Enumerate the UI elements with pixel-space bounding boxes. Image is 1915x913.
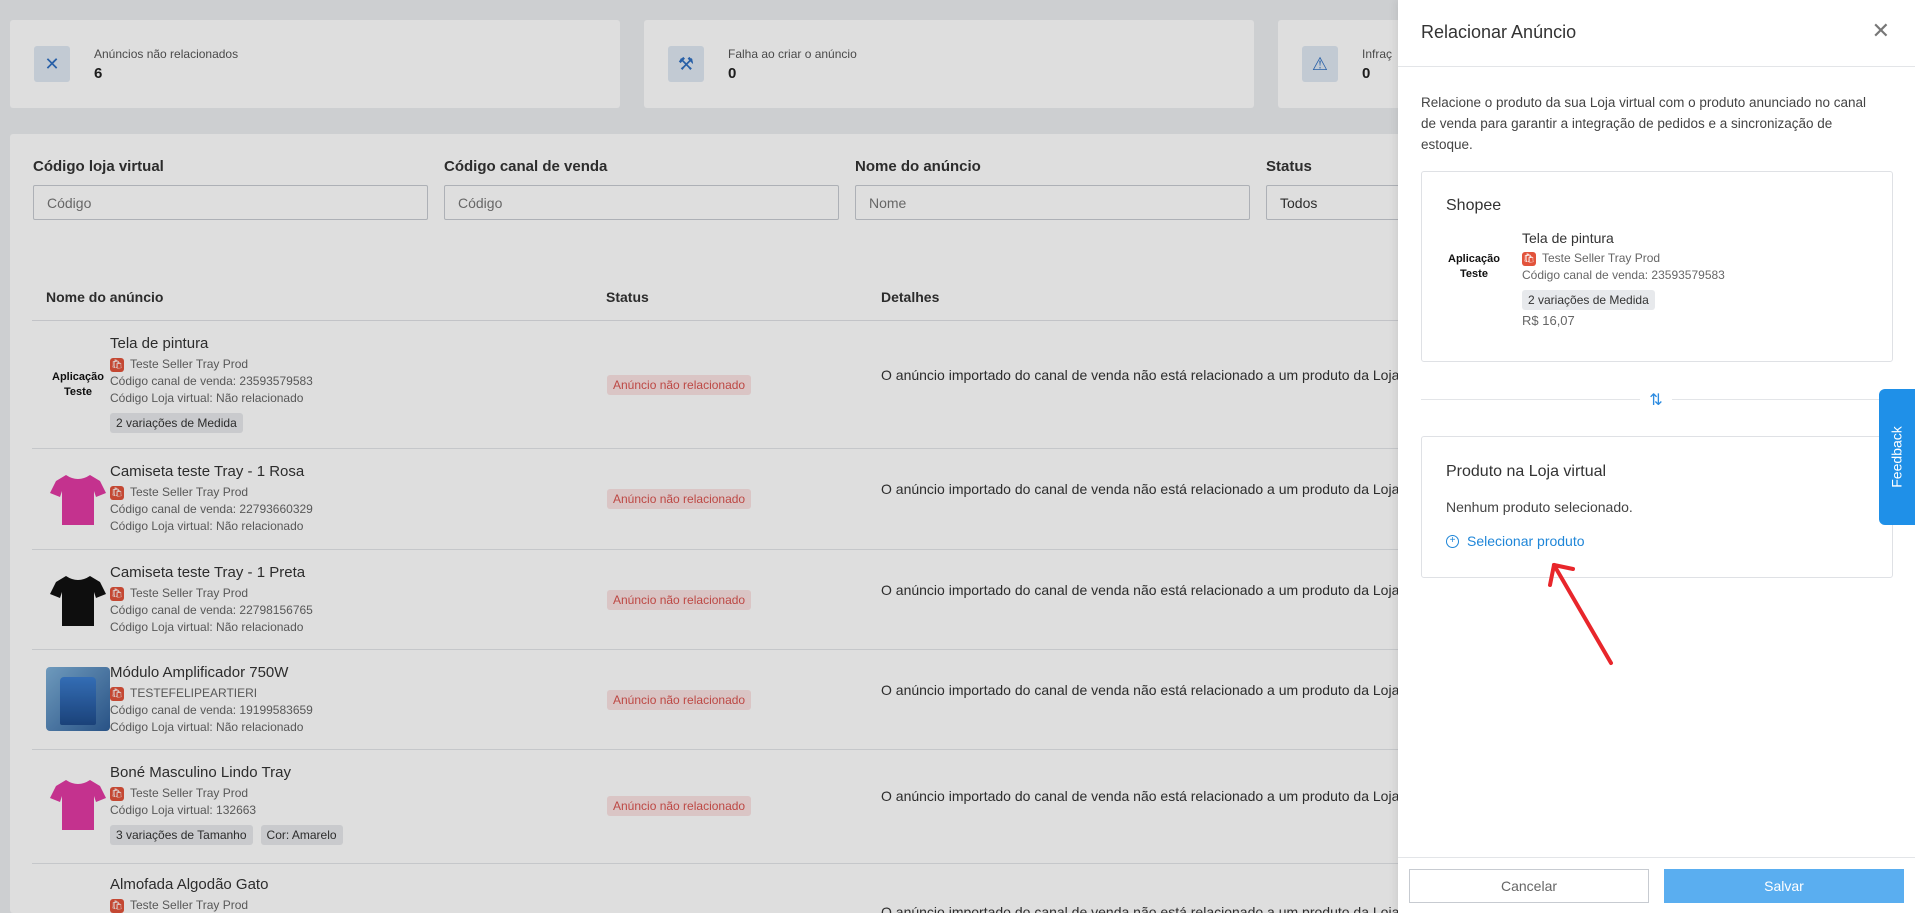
product-name: Tela de pintura bbox=[1522, 230, 1614, 246]
shop-icon: 🛍 bbox=[1522, 251, 1536, 266]
select-product-label: Selecionar produto bbox=[1467, 533, 1585, 549]
feedback-label: Feedback bbox=[1889, 426, 1906, 488]
panel-footer: Cancelar Salvar bbox=[1398, 857, 1915, 913]
seller-line: 🛍 Teste Seller Tray Prod bbox=[1522, 250, 1725, 267]
modal-overlay[interactable] bbox=[0, 0, 1398, 913]
channel-name: Shopee bbox=[1446, 197, 1502, 214]
seller-name: Teste Seller Tray Prod bbox=[1542, 251, 1661, 265]
empty-selection-text: Nenhum produto selecionado. bbox=[1446, 499, 1633, 515]
relate-ad-panel: Relacionar Anúncio ✕ Relacione o produto… bbox=[1398, 0, 1915, 913]
store-product-card: Produto na Loja virtual Nenhum produto s… bbox=[1421, 436, 1893, 578]
variation-chip: 2 variações de Medida bbox=[1522, 290, 1655, 310]
product-thumbnail: Aplicação Teste bbox=[1448, 253, 1500, 280]
channel-code: Código canal de venda: 23593579583 bbox=[1522, 268, 1725, 282]
annotation-arrow bbox=[1548, 563, 1613, 665]
product-info: Tela de pintura 🛍 Teste Seller Tray Prod … bbox=[1522, 230, 1725, 328]
panel-header: Relacionar Anúncio ✕ bbox=[1398, 0, 1915, 67]
cancel-button[interactable]: Cancelar bbox=[1409, 869, 1649, 903]
product-price: R$ 16,07 bbox=[1522, 313, 1575, 328]
select-product-link[interactable]: + Selecionar produto bbox=[1446, 533, 1585, 549]
store-card-title: Produto na Loja virtual bbox=[1446, 463, 1607, 480]
feedback-tab[interactable]: Feedback bbox=[1879, 389, 1915, 525]
plus-circle-icon: + bbox=[1446, 534, 1459, 548]
swap-arrows-icon: ⇅ bbox=[1640, 390, 1672, 409]
panel-title: Relacionar Anúncio bbox=[1421, 22, 1577, 42]
channel-product-card: Shopee Aplicação Teste Tela de pintura 🛍… bbox=[1421, 171, 1893, 362]
close-icon[interactable]: ✕ bbox=[1872, 20, 1890, 42]
panel-description: Relacione o produto da sua Loja virtual … bbox=[1421, 95, 1867, 152]
save-button[interactable]: Salvar bbox=[1664, 869, 1904, 903]
